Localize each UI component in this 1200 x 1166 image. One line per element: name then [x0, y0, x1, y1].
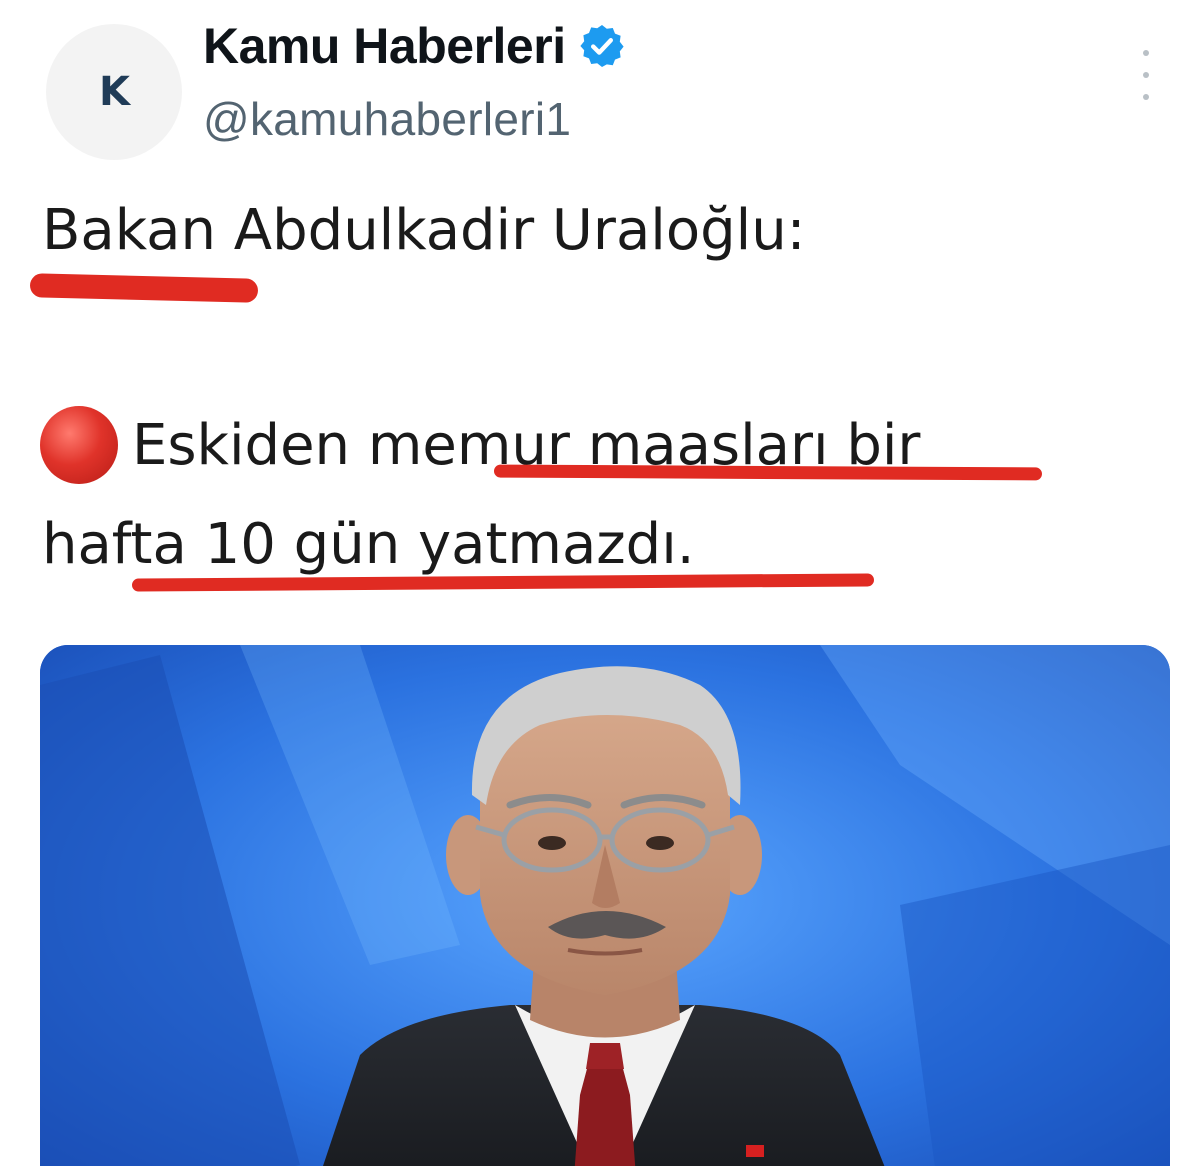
avatar-logo: K — [99, 69, 130, 115]
display-name[interactable]: Kamu Haberleri — [203, 17, 566, 75]
portrait-illustration — [40, 645, 1170, 1166]
more-options-icon[interactable] — [1136, 50, 1156, 100]
verified-badge-icon — [579, 25, 624, 67]
red-circle-icon — [40, 406, 118, 484]
tweet-card: K Kamu Haberleri @kamuhaberleri1 Bakan A… — [0, 0, 1200, 1166]
author-name-row: Kamu Haberleri — [203, 8, 626, 84]
red-underline-bakan — [29, 273, 259, 303]
tweet-media-photo[interactable] — [40, 645, 1170, 1166]
tweet-text-line-3: hafta 10 gün yatmazdı. — [42, 512, 695, 577]
author-handle[interactable]: @kamuhaberleri1 — [203, 92, 571, 146]
avatar[interactable]: K — [46, 24, 182, 160]
tweet-text-line-1: Bakan Abdulkadir Uraloğlu: — [42, 198, 806, 263]
